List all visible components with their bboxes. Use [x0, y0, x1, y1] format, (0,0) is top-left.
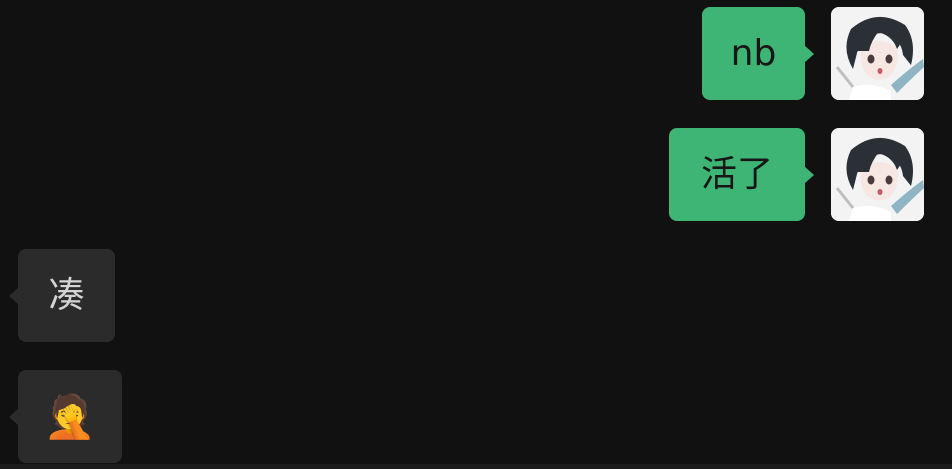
chat-window: nb 活了 凑 🤦 — [0, 0, 952, 469]
sent-message-bubble[interactable]: nb — [702, 7, 814, 100]
received-message-bubble[interactable]: 🤦 — [9, 370, 122, 463]
message-text: nb — [730, 32, 777, 74]
avatar-anime-girl-icon — [831, 128, 924, 221]
bottom-divider — [0, 464, 952, 469]
sent-message-bubble[interactable]: 活了 — [669, 128, 814, 221]
user-avatar[interactable] — [831, 7, 924, 100]
message-text: 活了 — [700, 153, 773, 195]
message-text: 凑 — [48, 274, 85, 316]
facepalm-laughing-emoji-icon: 🤦 — [43, 391, 97, 441]
received-message-bubble[interactable]: 凑 — [9, 249, 115, 342]
user-avatar[interactable] — [831, 128, 924, 221]
avatar-anime-girl-icon — [831, 7, 924, 100]
